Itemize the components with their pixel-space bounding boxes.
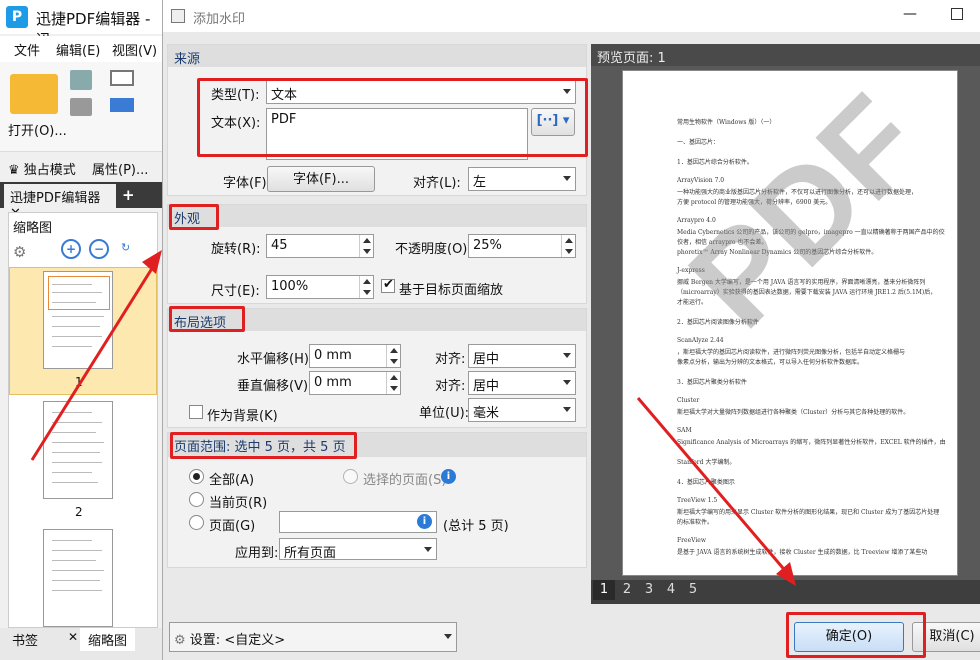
annotation-arrows [30,250,796,586]
annotation-arrow-1 [30,261,158,461]
annotation-arrowhead-1 [142,250,162,274]
annotation-arrow-2 [636,397,790,575]
